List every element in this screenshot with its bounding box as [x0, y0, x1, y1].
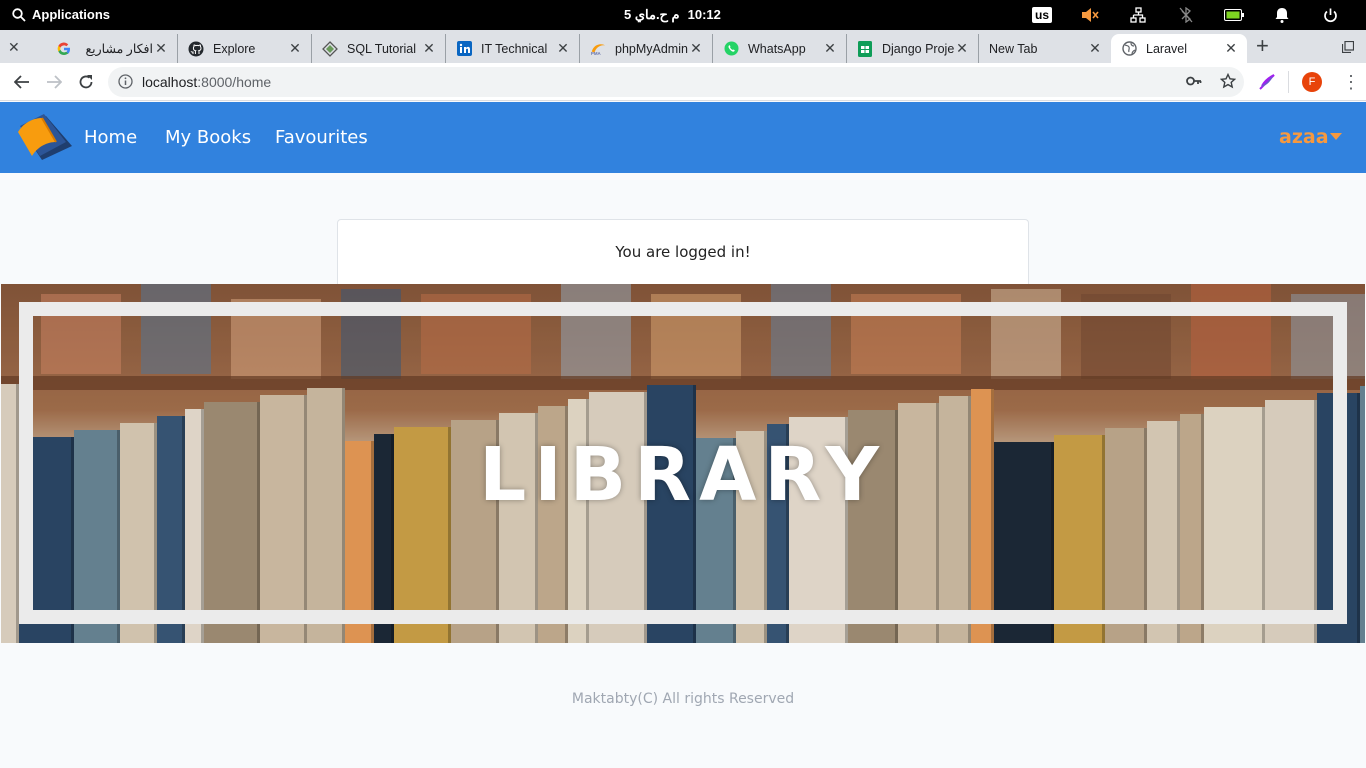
tab-whatsapp[interactable]: WhatsApp ✕ — [713, 34, 847, 63]
tab-sql-tutorial[interactable]: SQL Tutorial ✕ — [312, 34, 446, 63]
browser-tab-strip: ✕ افكار مشاريع ✕ Explore ✕ SQL Tutorial … — [0, 30, 1366, 63]
tab-new-tab[interactable]: New Tab ✕ — [979, 34, 1111, 63]
profile-avatar[interactable]: F — [1302, 72, 1322, 92]
volume-muted-icon[interactable] — [1066, 4, 1114, 26]
tab-google[interactable]: افكار مشاريع ✕ — [46, 34, 178, 63]
notifications-bell-icon[interactable] — [1258, 4, 1306, 26]
close-tab-icon[interactable]: ✕ — [822, 40, 838, 57]
network-icon[interactable] — [1114, 4, 1162, 26]
bluetooth-off-icon[interactable] — [1162, 4, 1210, 26]
tab-title: phpMyAdmin — [615, 41, 688, 56]
site-info-icon[interactable] — [118, 74, 133, 94]
nav-my-books[interactable]: My Books — [165, 127, 251, 148]
github-icon — [188, 41, 204, 57]
whatsapp-icon — [723, 41, 739, 57]
new-tab-plus-icon[interactable]: + — [1256, 35, 1269, 57]
footer-copyright: Maktabty(C) All rights Reserved — [571, 691, 795, 707]
close-tab-icon[interactable]: ✕ — [421, 40, 437, 57]
address-bar[interactable]: localhost:8000/home — [108, 67, 1244, 97]
sql-icon — [322, 40, 338, 57]
close-tab-icon[interactable]: ✕ — [153, 40, 169, 57]
phpmyadmin-icon: PMA — [590, 41, 606, 57]
close-tab-icon[interactable]: ✕ — [555, 40, 571, 57]
tab-it-technical[interactable]: IT Technical ✕ — [446, 34, 580, 63]
keyboard-layout-indicator[interactable]: us — [1018, 4, 1066, 26]
toolbar-divider — [1288, 71, 1289, 93]
status-card: You are logged in! — [337, 219, 1029, 284]
user-menu[interactable]: azaa — [1279, 126, 1329, 148]
back-arrow-icon[interactable] — [12, 72, 32, 92]
tab-title: افكار مشاريع — [85, 42, 154, 56]
browser-toolbar: localhost:8000/home — [0, 63, 1366, 101]
clock-date: م ح.ماي 5 — [624, 7, 680, 22]
close-all-icon[interactable]: ✕ — [8, 39, 20, 56]
nav-favourites[interactable]: Favourites — [275, 127, 368, 148]
url-path: :8000/home — [197, 74, 272, 90]
applications-label: Applications — [32, 7, 111, 22]
reload-icon[interactable] — [76, 72, 96, 92]
close-tab-icon[interactable]: ✕ — [954, 40, 970, 57]
url-text: localhost:8000/home — [142, 74, 271, 90]
login-status-message: You are logged in! — [615, 243, 751, 261]
linkedin-icon — [456, 41, 472, 57]
svg-text:PMA: PMA — [591, 50, 602, 55]
library-banner: LIBRARY — [1, 284, 1365, 643]
chevron-down-icon[interactable] — [1330, 133, 1342, 140]
site-navbar: Home My Books Favourites azaa — [0, 102, 1366, 173]
globe-icon — [1121, 41, 1137, 57]
tab-title: New Tab — [989, 41, 1038, 56]
clock[interactable]: م ح.ماي 5 10:12 — [624, 7, 721, 23]
nav-home[interactable]: Home — [84, 127, 137, 148]
url-host: localhost — [142, 74, 198, 90]
extension-feather-icon[interactable] — [1258, 73, 1276, 96]
tab-laravel[interactable]: Laravel ✕ — [1111, 34, 1247, 63]
forward-arrow-icon[interactable] — [44, 72, 64, 92]
tab-title: WhatsApp — [748, 41, 806, 56]
tab-phpmyadmin[interactable]: PMA phpMyAdmin ✕ — [580, 34, 713, 63]
power-icon[interactable] — [1306, 4, 1354, 26]
bookmark-star-icon[interactable] — [1219, 72, 1237, 94]
tab-django-project[interactable]: Django Proje ✕ — [847, 34, 979, 63]
tab-title: Explore — [213, 41, 256, 56]
tab-title: SQL Tutorial — [347, 41, 417, 56]
system-tray: us — [1018, 4, 1354, 26]
book-logo-icon[interactable] — [16, 112, 74, 169]
system-top-bar: Applications م ح.ماي 5 10:12 us — [0, 0, 1366, 30]
close-tab-icon[interactable]: ✕ — [688, 40, 704, 57]
battery-icon[interactable] — [1210, 4, 1258, 26]
banner-title: LIBRARY — [479, 432, 887, 518]
clock-time: 10:12 — [687, 7, 721, 22]
applications-menu[interactable]: Applications — [12, 7, 110, 22]
tab-github[interactable]: Explore ✕ — [178, 34, 312, 63]
tab-title: Django Proje — [882, 41, 954, 56]
password-key-icon[interactable] — [1186, 74, 1202, 93]
tab-search-icon[interactable] — [1341, 40, 1355, 58]
google-icon — [56, 41, 72, 57]
sheets-icon — [857, 40, 873, 57]
tab-title: IT Technical — [481, 41, 548, 56]
tab-title: Laravel — [1146, 41, 1187, 56]
close-tab-icon[interactable]: ✕ — [287, 40, 303, 57]
keyboard-layout-label: us — [1031, 7, 1052, 23]
close-tab-icon[interactable]: ✕ — [1087, 40, 1103, 57]
close-tab-icon[interactable]: ✕ — [1223, 40, 1239, 57]
browser-menu-kebab-icon[interactable]: ⋮ — [1342, 72, 1360, 93]
search-icon — [12, 7, 26, 22]
